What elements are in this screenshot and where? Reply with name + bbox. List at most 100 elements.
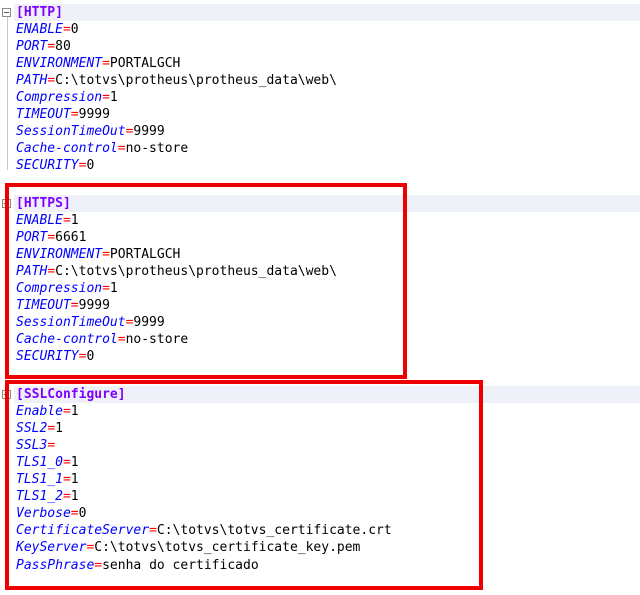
config-value: 0 xyxy=(86,349,95,365)
equals-sign: = xyxy=(47,73,56,89)
equals-sign: = xyxy=(62,455,71,471)
config-line[interactable]: SessionTimeOut=9999 xyxy=(16,314,165,331)
config-value: PORTALGCH xyxy=(109,56,181,72)
config-line[interactable]: Enable=1 xyxy=(16,403,79,420)
equals-sign: = xyxy=(102,56,110,72)
config-value: C:\totvs\protheus\protheus_data\web\ xyxy=(55,264,337,280)
config-key: TIMEOUT xyxy=(16,107,71,123)
config-line[interactable]: SSL3= xyxy=(16,437,55,454)
equals-sign: = xyxy=(47,230,56,246)
config-line[interactable]: TIMEOUT=9999 xyxy=(16,297,110,314)
equals-sign: = xyxy=(70,506,79,522)
section-header-background xyxy=(14,195,640,212)
config-line[interactable]: PassPhrase=senha do certificado xyxy=(16,557,259,574)
config-line[interactable]: PATH=C:\totvs\protheus\protheus_data\web… xyxy=(16,263,337,280)
config-key: TLS1_2 xyxy=(16,489,63,505)
config-key: ENVIRONMENT xyxy=(16,247,103,263)
config-value: 80 xyxy=(55,39,71,55)
config-line[interactable]: PORT=6661 xyxy=(16,229,86,246)
config-key: ENABLE xyxy=(16,22,63,38)
config-line[interactable]: Cache-control=no-store xyxy=(16,331,188,348)
config-line[interactable]: Compression=1 xyxy=(16,280,118,297)
config-value: 0 xyxy=(70,22,79,38)
equals-sign: = xyxy=(94,557,103,573)
config-line[interactable]: Cache-control=no-store xyxy=(16,140,188,157)
equals-sign: = xyxy=(47,438,56,454)
fold-range-line xyxy=(7,208,8,362)
config-line[interactable]: ENVIRONMENT=PORTALGCH xyxy=(16,246,180,263)
section-header-line[interactable]: [HTTPS] xyxy=(16,195,71,212)
equals-sign: = xyxy=(47,264,56,280)
config-line[interactable]: TLS1_0=1 xyxy=(16,454,79,471)
equals-sign: = xyxy=(117,141,126,157)
equals-sign: = xyxy=(102,281,110,297)
equals-sign: = xyxy=(62,472,71,488)
config-value: 1 xyxy=(70,404,79,420)
config-key: PassPhrase xyxy=(16,557,95,573)
config-key: TIMEOUT xyxy=(16,298,71,314)
config-line[interactable]: Verbose=0 xyxy=(16,505,86,522)
section-header: [SSLConfigure] xyxy=(16,387,126,402)
config-value: C:\totvs\totvs_certificate_key.pem xyxy=(94,540,361,556)
config-line[interactable]: TIMEOUT=9999 xyxy=(16,106,110,123)
section-header-line[interactable]: [SSLConfigure] xyxy=(16,386,126,403)
config-line[interactable]: TLS1_1=1 xyxy=(16,471,79,488)
config-value: 0 xyxy=(78,506,87,522)
config-value: 1 xyxy=(70,489,79,505)
config-key: PATH xyxy=(16,264,48,280)
config-value: 1 xyxy=(55,421,63,437)
equals-sign: = xyxy=(47,421,56,437)
equals-sign: = xyxy=(70,298,79,314)
config-value: C:\totvs\protheus\protheus_data\web\ xyxy=(55,73,337,89)
fold-gutter xyxy=(0,0,14,595)
config-value: 1 xyxy=(70,213,79,229)
section-header-line[interactable]: [HTTP] xyxy=(16,4,63,21)
config-line[interactable]: SECURITY=0 xyxy=(16,348,94,365)
config-line[interactable]: PATH=C:\totvs\protheus\protheus_data\web… xyxy=(16,72,337,89)
section-header: [HTTP] xyxy=(16,5,63,20)
config-key: CertificateServer xyxy=(16,523,150,539)
config-line[interactable]: SECURITY=0 xyxy=(16,157,94,174)
equals-sign: = xyxy=(62,404,71,420)
config-line[interactable]: CertificateServer=C:\totvs\totvs_certifi… xyxy=(16,522,392,539)
config-value: 0 xyxy=(86,158,95,174)
config-line[interactable]: PORT=80 xyxy=(16,38,71,55)
config-value: PORTALGCH xyxy=(109,247,181,263)
config-key: Compression xyxy=(16,281,103,297)
section-header-background xyxy=(14,4,640,21)
fold-range-line xyxy=(7,17,8,171)
config-key: PORT xyxy=(16,39,48,55)
config-line[interactable]: ENVIRONMENT=PORTALGCH xyxy=(16,55,180,72)
config-key: SECURITY xyxy=(16,349,79,365)
equals-sign: = xyxy=(149,523,157,539)
fold-collapse-icon[interactable] xyxy=(2,390,11,399)
config-value: 6661 xyxy=(55,230,87,246)
config-value: 1 xyxy=(70,455,79,471)
config-key: Compression xyxy=(16,90,103,106)
config-line[interactable]: TLS1_2=1 xyxy=(16,488,79,505)
config-value: 9999 xyxy=(78,107,110,123)
config-value: 1 xyxy=(109,90,118,106)
config-line[interactable]: KeyServer=C:\totvs\totvs_certificate_key… xyxy=(16,539,360,556)
config-line[interactable]: Compression=1 xyxy=(16,89,118,106)
equals-sign: = xyxy=(102,90,110,106)
fold-range-line xyxy=(7,399,8,570)
config-line[interactable]: SSL2=1 xyxy=(16,420,63,437)
config-key: TLS1_1 xyxy=(16,472,63,488)
config-line[interactable]: ENABLE=1 xyxy=(16,212,79,229)
config-key: PATH xyxy=(16,73,48,89)
config-key: ENVIRONMENT xyxy=(16,56,103,72)
config-key: KeyServer xyxy=(16,540,87,556)
config-value: 1 xyxy=(70,472,79,488)
config-value: C:\totvs\totvs_certificate.crt xyxy=(156,523,392,539)
fold-collapse-icon[interactable] xyxy=(2,199,11,208)
config-key: Verbose xyxy=(16,506,71,522)
config-value: 1 xyxy=(109,281,118,297)
config-line[interactable]: ENABLE=0 xyxy=(16,21,79,38)
config-key: SSL3 xyxy=(16,438,48,454)
equals-sign: = xyxy=(70,107,79,123)
config-value: 9999 xyxy=(133,124,165,140)
config-line[interactable]: SessionTimeOut=9999 xyxy=(16,123,165,140)
config-key: Cache-control xyxy=(16,141,118,157)
fold-collapse-icon[interactable] xyxy=(2,8,11,17)
